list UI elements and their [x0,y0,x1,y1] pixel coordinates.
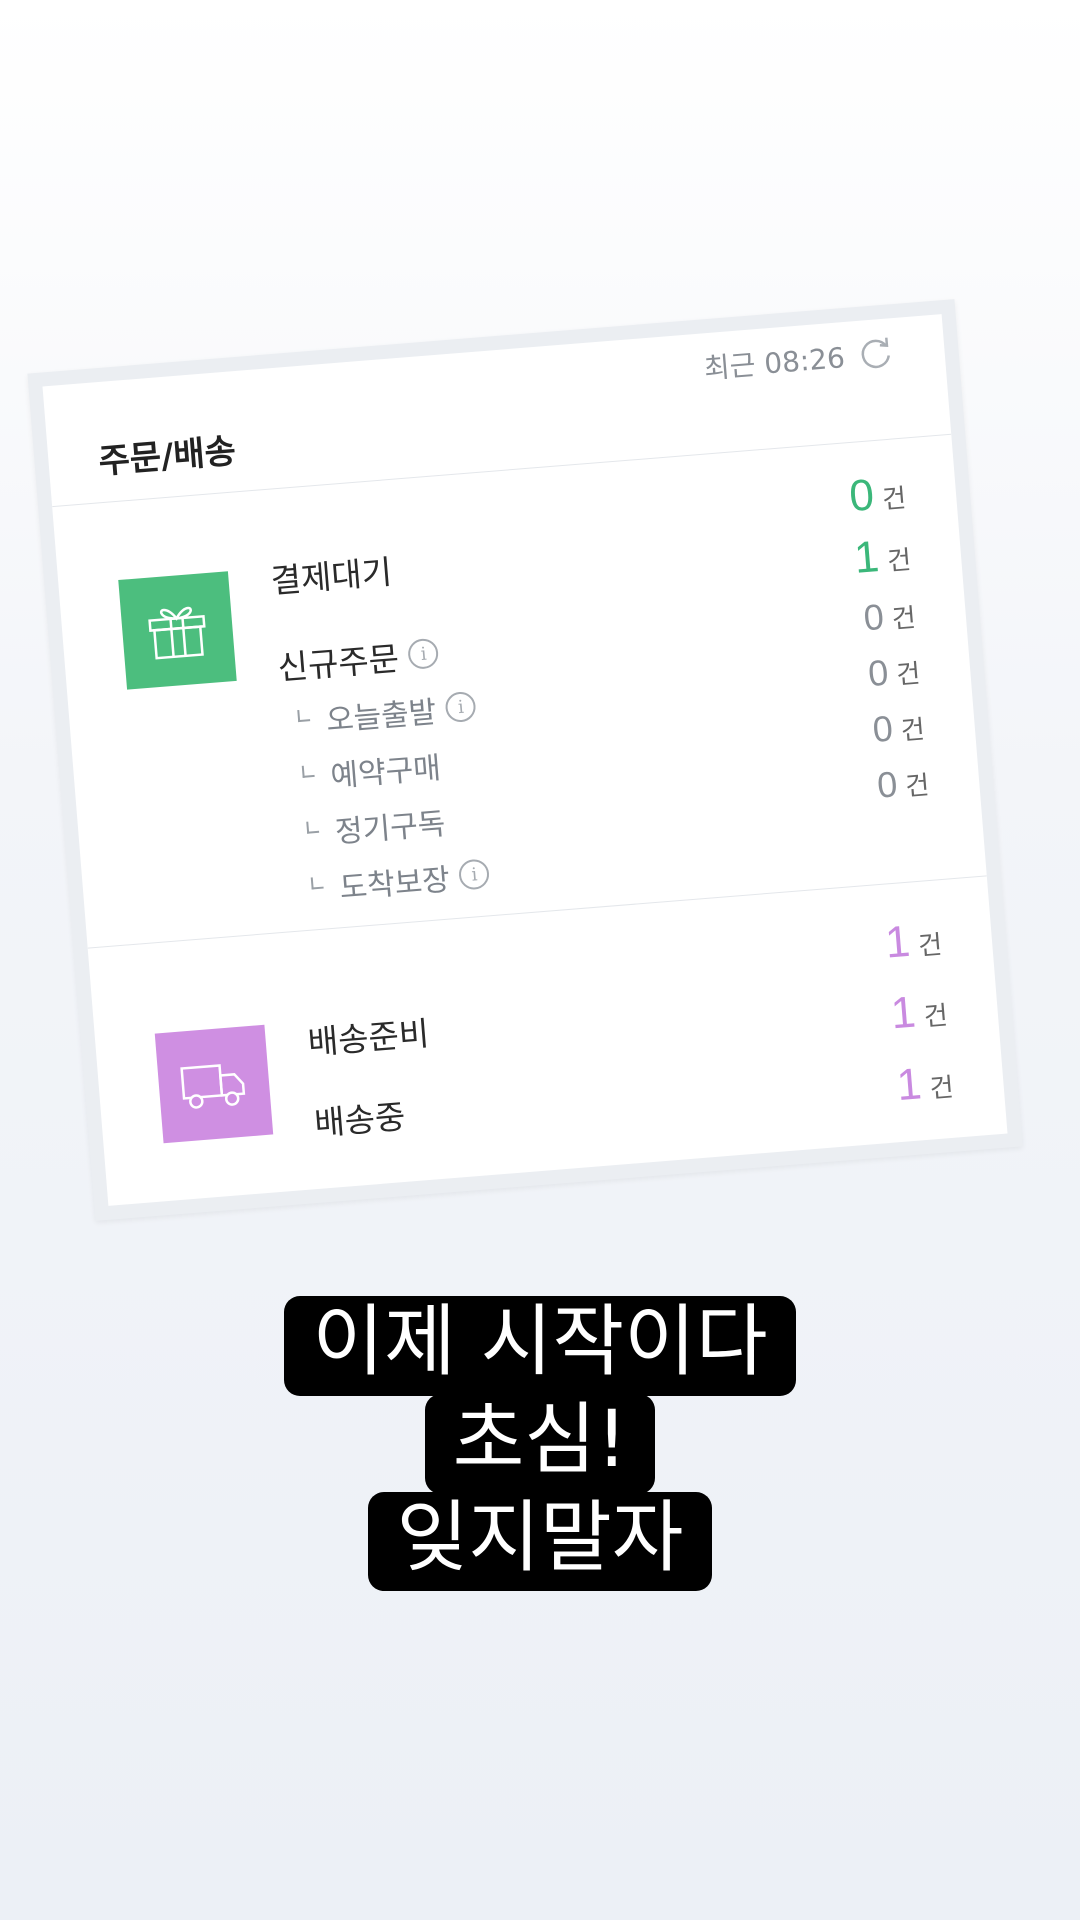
caption-line-2: 초심! [424,1393,656,1494]
row-label-wrap: 도착보장 i [294,851,491,910]
row-label: 도착보장 [338,862,452,907]
row-count: 1 건 [895,1057,955,1111]
truck-icon [154,1024,274,1144]
count-value: 0 [847,470,876,522]
info-icon[interactable]: i [458,858,491,891]
indent-marker [310,876,324,890]
row-label-wrap: 신규주문 i [276,629,441,690]
info-icon[interactable]: i [407,637,440,670]
count-value: 0 [875,763,899,806]
count-unit: 건 [881,483,908,516]
count-value: 0 [862,595,886,639]
row-count: 0 건 [876,761,931,807]
indent-marker [301,764,315,778]
row-count: 1 건 [853,529,913,583]
count-unit: 건 [886,545,913,578]
row-label: 정기구독 [333,806,447,851]
row-label: 신규주문 [276,638,401,688]
count-unit: 건 [899,714,927,747]
order-delivery-screenshot: 주문/배송 최근 08:26 결제대기 0 건 1 건 신규주문 i 0 건 오… [27,299,1023,1221]
row-count: 0 건 [862,593,917,639]
indent-marker [297,709,311,723]
count-unit: 건 [890,603,918,636]
row-count: 1 건 [883,914,943,968]
caption-line-1: 이제 시작이다 [284,1296,796,1396]
payment-section: 결제대기 0 건 1 건 신규주문 i 0 건 오늘출발 i 0 건 예약구매 … [52,434,987,949]
row-count: 0 건 [871,705,926,751]
payment-rows: 결제대기 0 건 1 건 신규주문 i 0 건 오늘출발 i 0 건 예약구매 … [265,463,935,917]
story-caption: 이제 시작이다 초심! 잊지말자 [0,1296,1080,1592]
count-value: 0 [866,651,890,695]
info-icon[interactable]: i [444,690,478,724]
count-unit: 건 [928,1072,955,1105]
card-title: 주문/배송 [97,431,238,483]
row-count: 0 건 [848,468,908,522]
count-unit: 건 [904,770,931,803]
indent-marker [306,820,320,834]
count-value: 1 [852,532,881,583]
count-value: 1 [894,1059,924,1111]
count-value: 1 [883,916,912,968]
row-label: 오늘출발 [324,695,438,739]
caption-line-3: 잊지말자 [368,1491,712,1592]
row-label-wrap: 정기구독 [289,799,447,855]
row-label: 배송완료 [319,1176,444,1206]
count-unit: 건 [922,1000,950,1033]
row-label: 예약구매 [329,750,443,795]
order-delivery-card: 주문/배송 최근 08:26 결제대기 0 건 1 건 신규주문 i 0 건 오… [42,314,1008,1206]
count-value: 0 [871,707,895,750]
row-count: 1 건 [889,985,949,1039]
row-count: 0 건 [867,649,922,695]
gift-icon [118,571,237,690]
last-updated: 최근 08:26 [702,332,896,387]
delivery-rows: 배송준비 1 건 배송중 1 건 배송완료 1 건 [301,904,956,1206]
row-label-wrap: 오늘출발 i [280,684,478,743]
count-unit: 건 [917,930,944,963]
count-value: 1 [889,987,918,1039]
count-unit: 건 [895,659,922,691]
refresh-icon[interactable] [855,333,896,374]
last-updated-label: 최근 08:26 [702,341,847,386]
row-label-wrap: 예약구매 [285,743,442,799]
